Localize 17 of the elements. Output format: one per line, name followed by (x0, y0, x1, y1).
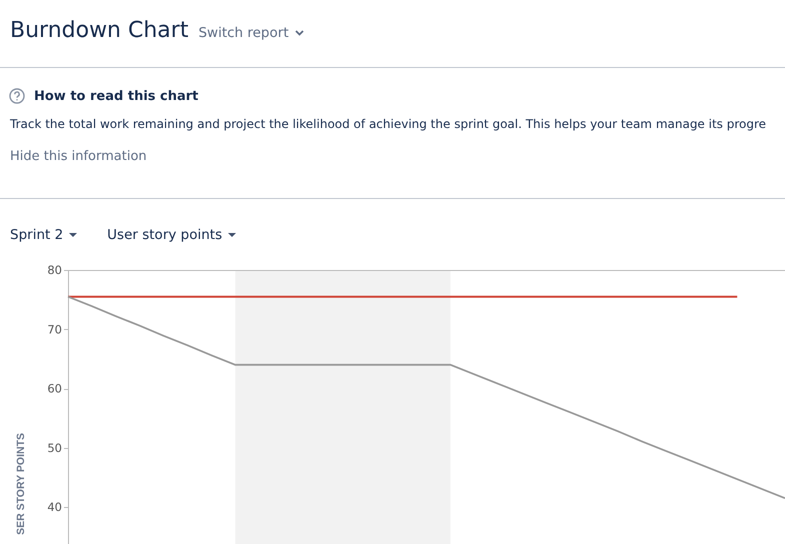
axis-tick-label: 70 (47, 322, 62, 336)
page-title: Burndown Chart (10, 18, 188, 43)
axis-tick-label: 80 (47, 263, 62, 277)
help-title: How to read this chart (34, 88, 198, 104)
dropdown-button[interactable]: User story points (107, 226, 236, 244)
axis-title: SER STORY POINTS (15, 433, 27, 535)
hide-information-link[interactable]: Hide this information (10, 149, 147, 164)
switch-report-button[interactable]: Switch report (198, 25, 304, 41)
caret-down-icon (228, 233, 236, 237)
axis-tick-label: 50 (47, 440, 62, 455)
axis-tick-label: 60 (47, 382, 62, 396)
chevron-down-icon (294, 30, 304, 36)
help-icon (9, 88, 25, 104)
dropdown-button[interactable]: Sprint 2 (10, 226, 78, 244)
help-text: Track the total work remaining and project the likelihood of achieving the sprint goal. This helps your team manage its progre (10, 116, 766, 132)
axis-tick-label: 40 (47, 500, 62, 514)
caret-down-icon (69, 233, 78, 237)
